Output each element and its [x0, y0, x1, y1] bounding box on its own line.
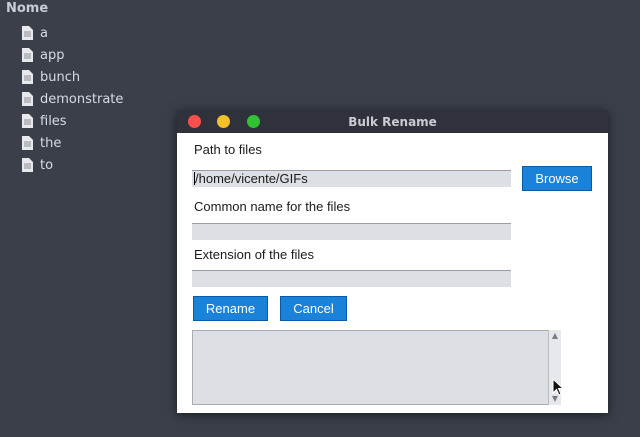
path-label: Path to files: [194, 142, 262, 157]
list-item[interactable]: app: [22, 44, 123, 66]
list-item[interactable]: bunch: [22, 66, 123, 88]
title-bar[interactable]: Bulk Rename: [177, 110, 608, 133]
file-icon: [22, 136, 33, 150]
list-item[interactable]: a: [22, 22, 123, 44]
file-name: app: [40, 47, 65, 63]
file-icon: [22, 92, 33, 106]
path-input[interactable]: /home/vicente/GIFs: [192, 170, 511, 187]
extension-input[interactable]: [192, 270, 511, 287]
mouse-pointer-icon: [552, 378, 564, 396]
bulk-rename-dialog: Bulk Rename Path to files /home/vicente/…: [177, 110, 608, 413]
file-list-header[interactable]: Nome: [6, 1, 48, 16]
file-icon: [22, 158, 33, 172]
file-icon: [22, 70, 33, 84]
cancel-button[interactable]: Cancel: [280, 296, 347, 321]
list-item[interactable]: the: [22, 132, 123, 154]
common-name-label: Common name for the files: [194, 199, 351, 214]
common-name-input[interactable]: [192, 223, 511, 240]
file-name: bunch: [40, 69, 81, 85]
file-name: demonstrate: [40, 91, 124, 107]
file-name: files: [40, 113, 67, 129]
file-icon: [22, 48, 33, 62]
path-input-value: /home/vicente/GIFs: [195, 171, 308, 186]
file-name: a: [40, 25, 48, 41]
extension-label: Extension of the files: [194, 247, 314, 262]
list-item[interactable]: files: [22, 110, 123, 132]
file-icon: [22, 26, 33, 40]
rename-button[interactable]: Rename: [193, 296, 268, 321]
file-name: the: [40, 135, 62, 151]
file-list: a app bunch demonstrate files the to: [22, 22, 123, 176]
list-item[interactable]: demonstrate: [22, 88, 123, 110]
output-textarea[interactable]: [192, 330, 561, 405]
file-icon: [22, 114, 33, 128]
list-item[interactable]: to: [22, 154, 123, 176]
scroll-up-arrow-icon[interactable]: ▲: [550, 331, 560, 341]
file-name: to: [40, 157, 54, 173]
window-title: Bulk Rename: [348, 115, 437, 129]
browse-button[interactable]: Browse: [522, 166, 592, 191]
